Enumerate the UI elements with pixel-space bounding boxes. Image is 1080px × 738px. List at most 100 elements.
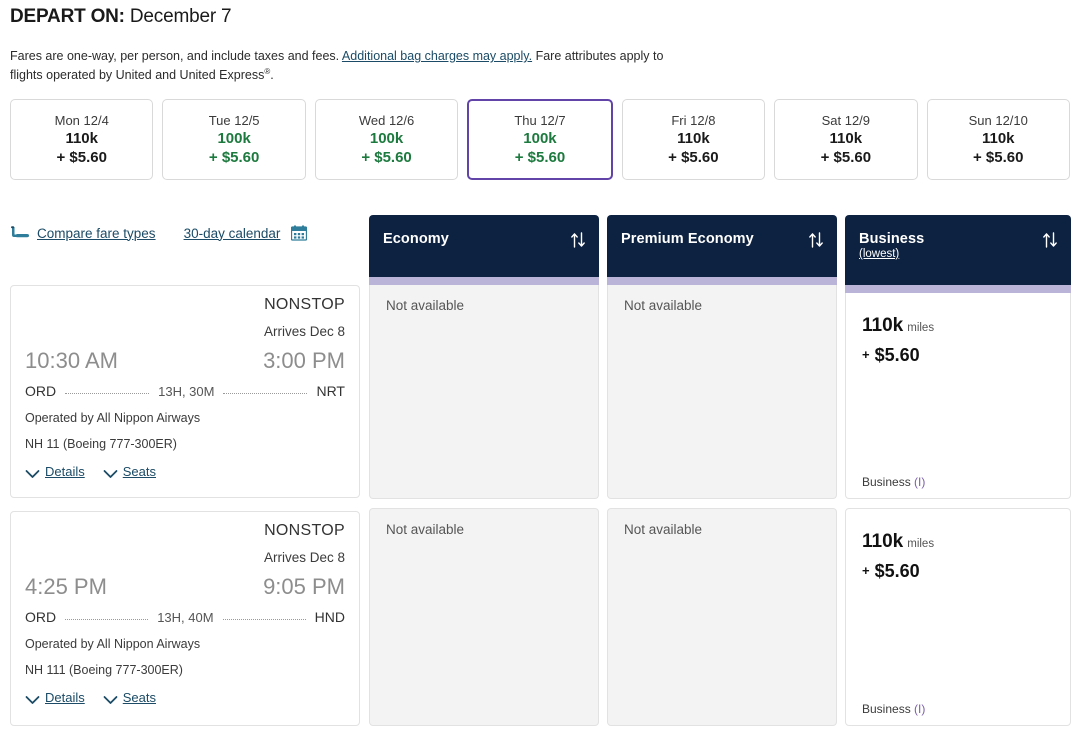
date-card-miles: 110k [677,130,710,147]
seats-toggle[interactable]: Seats [103,464,156,479]
date-card-fri-12-8[interactable]: Fri 12/8 110k + $5.60 [621,99,766,180]
depart-date: December 7 [129,6,232,27]
fare-note-end: . [270,68,274,83]
operated-by: Operated by All Nippon Airways [25,637,201,651]
fare-column-economy: Economy Not available [369,215,599,499]
fare-column-business: Business (lowest) 110k miles + $5.60 Business… [845,215,1071,499]
route-dots-right [222,618,306,620]
departure-time: 4:25 PM [25,574,107,599]
column-header-premium-economy: Premium Economy [607,215,837,277]
sort-icon[interactable] [808,231,824,249]
fare-note-text-1: Fares are one-way, per person, and inclu… [10,49,342,63]
fare-cash-value: $5.60 [874,561,920,581]
seats-link[interactable]: Seats [123,690,156,705]
date-card-cash: + $5.60 [973,149,1024,166]
chevron-down-icon [103,693,118,704]
details-link[interactable]: Details [45,464,85,479]
fare-cash: + $5.60 [862,561,920,582]
seat-icon [10,225,30,241]
details-link[interactable]: Details [45,690,85,705]
flight-duration: 13H, 40M [157,609,214,625]
date-card-miles: 100k [369,130,404,147]
fare-miles-value: 110k [862,531,904,552]
nonstop-label: NONSTOP [264,296,345,313]
date-card-sun-12-10[interactable]: Sun 12/10 110k + $5.60 [926,99,1070,180]
fare-miles-value: 110k [862,315,904,336]
route-dots-left [65,392,150,394]
fare-cell[interactable]: 110k miles + $5.60 Business (I) [845,293,1071,499]
additional-bag-charges-link[interactable]: Additional bag charges may apply. [342,49,532,63]
seats-link[interactable]: Seats [123,464,156,479]
sort-icon[interactable] [570,231,586,249]
arrival-time: 3:00 PM [263,348,345,373]
route-dots-left [65,618,149,620]
flight-card[interactable]: NONSTOP Arrives Dec 8 10:30 AM 3:00 PM ORD 13… [10,285,360,498]
flight-results-page: DEPART ON: December 7 Fares are one-way,… [0,0,1080,738]
fare-cell[interactable]: 110k miles + $5.60 Business (I) [845,508,1071,726]
date-card-cash: + $5.60 [208,149,260,166]
sort-icon[interactable] [1042,231,1058,249]
thirty-day-calendar-link[interactable]: 30-day calendar [184,226,281,241]
arrival-time: 9:05 PM [263,574,345,599]
date-card-thu-12-7[interactable]: Thu 12/7 100k + $5.60 [467,99,613,180]
destination-code: NRT [316,383,345,399]
arrives-label: Arrives Dec 8 [263,324,345,339]
not-available-text: Not available [624,298,703,313]
fare-disclaimer: Fares are one-way, per person, and inclu… [10,47,675,86]
date-card-sat-12-9[interactable]: Sat 12/9 110k + $5.60 [774,99,918,180]
details-toggle[interactable]: Details [25,464,85,479]
column-accent-bar [607,277,837,285]
date-card-mon-12-4[interactable]: Mon 12/4 110k + $5.60 [10,99,154,180]
compare-fare-types-link[interactable]: Compare fare types [37,226,156,241]
fare-cell: Not available [369,508,599,726]
fare-cell: Not available [607,508,837,726]
chevron-down-icon [25,467,40,478]
fare-cell: Not available [607,285,837,499]
fare-class-name: Business [862,702,915,716]
seats-toggle[interactable]: Seats [103,690,156,705]
page-title: DEPART ON: December 7 [10,6,232,28]
operated-by: Operated by All Nippon Airways [25,411,201,425]
flight-duration: 13H, 30M [158,383,215,399]
date-card-cash: + $5.60 [361,149,412,166]
column-cabin-name: Premium Economy [621,231,754,247]
route-dots-right [223,392,308,394]
fare-class-label: Business (I) [862,702,925,716]
fare-cash: + $5.60 [862,345,920,366]
flight-card[interactable]: NONSTOP Arrives Dec 8 4:25 PM 9:05 PM ORD 13H… [10,511,360,726]
date-card-dow: Tue 12/5 [208,113,260,128]
fare-class-label: Business (I) [862,475,925,489]
origin-code: ORD [25,383,57,399]
arrives-label: Arrives Dec 8 [263,550,345,565]
date-card-dow: Sun 12/10 [968,113,1028,128]
flight-card-actions: Details Seats [25,690,156,705]
flight-number-equipment: NH 111 (Boeing 777-300ER) [25,663,183,677]
date-card-miles: 100k [523,130,557,147]
column-lowest-badge[interactable]: (lowest) [859,248,1057,260]
not-available-text: Not available [386,298,465,313]
fare-miles-unit: miles [907,322,935,334]
fare-cash-plus: + [862,563,870,578]
fare-tools-links: Compare fare types 30-day calendar [10,225,308,241]
date-card-tue-12-5[interactable]: Tue 12/5 100k + $5.60 [162,99,306,180]
fare-booking-code: (I) [914,702,926,716]
chevron-down-icon [103,467,118,478]
departure-time: 10:30 AM [25,348,118,373]
date-card-dow: Sat 12/9 [821,113,871,128]
date-card-miles: 100k [217,130,251,147]
date-card-cash: + $5.60 [820,149,872,166]
chevron-down-icon [25,693,40,704]
date-card-dow: Thu 12/7 [514,113,566,128]
date-card-miles: 110k [65,130,98,147]
fare-miles: 110k miles [862,531,934,553]
date-card-wed-12-6[interactable]: Wed 12/6 100k + $5.60 [314,99,459,180]
column-header-economy: Economy [369,215,599,277]
not-available-text: Not available [624,522,703,537]
fare-cash-value: $5.60 [874,345,920,365]
date-card-dow: Wed 12/6 [358,113,415,128]
column-cabin-name: Business [859,231,925,247]
column-cabin-name: Economy [383,231,449,247]
fare-cash-plus: + [862,347,870,362]
column-lowest-text: (lowest) [859,248,900,260]
details-toggle[interactable]: Details [25,690,85,705]
